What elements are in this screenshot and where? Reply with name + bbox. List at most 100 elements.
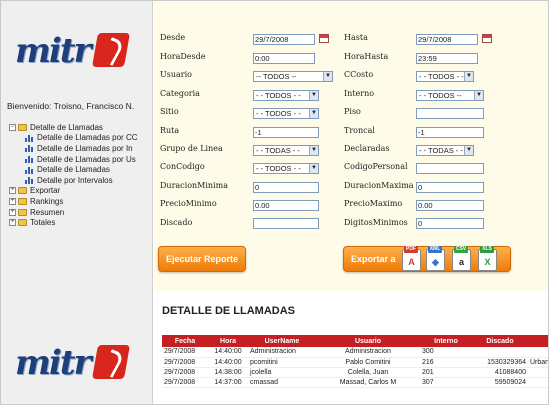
xls-export-icon[interactable]: XLS X	[478, 246, 497, 271]
filter-form: Desde 29/7/2008 Hasta 29/7/2008 HoraDesd…	[154, 1, 548, 291]
troncal-input[interactable]: -1	[416, 127, 484, 138]
duracionminima-input[interactable]: 0	[253, 182, 319, 193]
tree-item-report[interactable]: Detalle por Intervalos	[9, 175, 152, 186]
piso-input[interactable]	[416, 108, 484, 119]
tree-item-resumen[interactable]: + Resumen	[9, 207, 152, 218]
tree-item-report[interactable]: Detalle de Llamadas por CC	[9, 133, 152, 144]
calendar-icon[interactable]	[482, 34, 492, 43]
sitio-label: Sitio	[160, 107, 179, 116]
xml-export-icon[interactable]: XML ◆	[426, 246, 445, 271]
interno-select[interactable]: - - TODOS -- ▼	[416, 90, 484, 101]
chart-icon	[25, 166, 34, 174]
tree-item-detalle-llamadas[interactable]: − Detalle de Llamadas	[9, 122, 152, 133]
desde-input[interactable]: 29/7/2008	[253, 34, 315, 45]
cell-hora: 14:38:00	[208, 367, 248, 378]
duracionmaxima-label: DuracionMaxima	[344, 181, 414, 190]
column-header-usuario[interactable]: Usuario	[316, 335, 420, 347]
tree-item-report[interactable]: Detalle de Llamadas	[9, 164, 152, 175]
concodigo-select[interactable]: - - TODOS - - ▼	[253, 163, 319, 174]
table-row: 29/7/2008 14:40:00 Administracion Admini…	[162, 347, 548, 358]
codigopersonal-input[interactable]	[416, 163, 484, 174]
cell-extra: Urban	[528, 357, 548, 368]
chevron-down-icon: ▼	[464, 72, 473, 81]
chevron-down-icon: ▼	[309, 146, 318, 155]
grupo-select[interactable]: - - TODAS - - ▼	[253, 145, 319, 156]
tree-item-label: Detalle de Llamadas por CC	[37, 133, 138, 143]
tree-item-report[interactable]: Detalle de Llamadas por In	[9, 143, 152, 154]
usuario-label: Usuario	[160, 70, 192, 79]
calendar-icon[interactable]	[319, 34, 329, 43]
chart-icon	[25, 176, 34, 185]
xls-tag: XLS	[480, 246, 494, 253]
xml-tag: XML	[428, 246, 442, 253]
csv-export-icon[interactable]: CSV a	[452, 246, 471, 271]
chevron-down-icon: ▼	[309, 109, 318, 118]
tree-item-totales[interactable]: + Totales	[9, 217, 152, 228]
declaradas-select-value: - - TODAS - -	[419, 146, 463, 155]
column-header-extra	[528, 335, 548, 347]
exportar-label: Exportar a	[351, 254, 396, 264]
calls-table: Fecha Hora UserName Usuario Interno Disc…	[162, 335, 548, 388]
hasta-input[interactable]: 29/7/2008	[416, 34, 478, 45]
grupo-label: Grupo de Linea	[160, 144, 223, 153]
csv-tag: CSV	[454, 246, 468, 253]
column-header-interno[interactable]: Interno	[420, 335, 472, 347]
cell-username: Administracion	[248, 347, 316, 358]
cell-fecha: 29/7/2008	[162, 367, 208, 378]
expand-icon[interactable]: +	[9, 197, 16, 205]
cell-hora: 14:37:00	[208, 377, 248, 388]
cell-fecha: 29/7/2008	[162, 377, 208, 388]
usuario-select-value: -- TODOS --	[256, 72, 297, 81]
preciomaximo-input[interactable]: 0.00	[416, 200, 484, 211]
report-tree: − Detalle de Llamadas Detalle de Llamada…	[9, 122, 152, 228]
expand-icon[interactable]: +	[9, 208, 16, 216]
pdf-export-icon[interactable]: PDF A	[402, 246, 421, 271]
pdf-glyph: A	[408, 257, 415, 267]
interno-select-value: - - TODOS --	[419, 91, 462, 100]
preciominimo-input[interactable]: 0.00	[253, 200, 319, 211]
grupo-select-value: - - TODAS - -	[256, 146, 300, 155]
declaradas-select[interactable]: - - TODAS - - ▼	[416, 145, 474, 156]
cell-username: pcomitini	[248, 357, 316, 368]
cell-interno: 216	[420, 357, 472, 368]
ruta-label: Ruta	[160, 126, 180, 135]
folder-open-icon	[18, 123, 27, 131]
tree-item-label: Resumen	[30, 207, 65, 217]
folder-icon	[18, 219, 27, 227]
tree-item-exportar[interactable]: + Exportar	[9, 186, 152, 197]
duracionmaxima-input[interactable]: 0	[416, 182, 484, 193]
ruta-input[interactable]: -1	[253, 127, 319, 138]
ejecutar-reporte-button[interactable]: Ejecutar Reporte	[158, 246, 246, 272]
declaradas-label: Declaradas	[344, 144, 390, 153]
cell-interno: 201	[420, 367, 472, 378]
cell-username: jcolella	[248, 367, 316, 378]
categoria-label: Categoria	[160, 89, 200, 98]
column-header-hora[interactable]: Hora	[208, 335, 248, 347]
expand-icon[interactable]: +	[9, 219, 16, 227]
horadesde-input[interactable]: 0:00	[253, 53, 315, 64]
ccosto-label: CCosto	[344, 70, 374, 79]
chevron-down-icon: ▼	[474, 91, 483, 100]
categoria-select[interactable]: - - TODOS - - ▼	[253, 90, 319, 101]
cell-fecha: 29/7/2008	[162, 357, 208, 368]
cell-usuario: Massad, Carlos M	[316, 377, 420, 388]
digitosminimos-input[interactable]: 0	[416, 218, 484, 229]
sitio-select[interactable]: - - TODOS - - ▼	[253, 108, 319, 119]
usuario-select[interactable]: -- TODOS -- ▼	[253, 71, 333, 82]
company-logo-bottom: mitr	[15, 341, 131, 387]
discado-input[interactable]	[253, 218, 319, 229]
expand-icon[interactable]: +	[9, 187, 16, 195]
ccosto-select[interactable]: - - TODOS - - ▼	[416, 71, 474, 82]
tree-item-label: Detalle por Intervalos	[37, 175, 113, 185]
column-header-fecha[interactable]: Fecha	[162, 335, 208, 347]
collapse-icon[interactable]: −	[9, 123, 16, 131]
column-header-discado[interactable]: Discado	[472, 335, 528, 347]
pdf-tag: PDF	[404, 246, 418, 253]
tree-item-rankings[interactable]: + Rankings	[9, 196, 152, 207]
tree-item-label: Detalle de Llamadas por Us	[37, 154, 136, 164]
horahasta-input[interactable]: 23:59	[416, 53, 478, 64]
cell-hora: 14:40:00	[208, 357, 248, 368]
tree-item-report[interactable]: Detalle de Llamadas por Us	[9, 154, 152, 165]
xml-glyph: ◆	[432, 257, 439, 267]
column-header-username[interactable]: UserName	[248, 335, 316, 347]
